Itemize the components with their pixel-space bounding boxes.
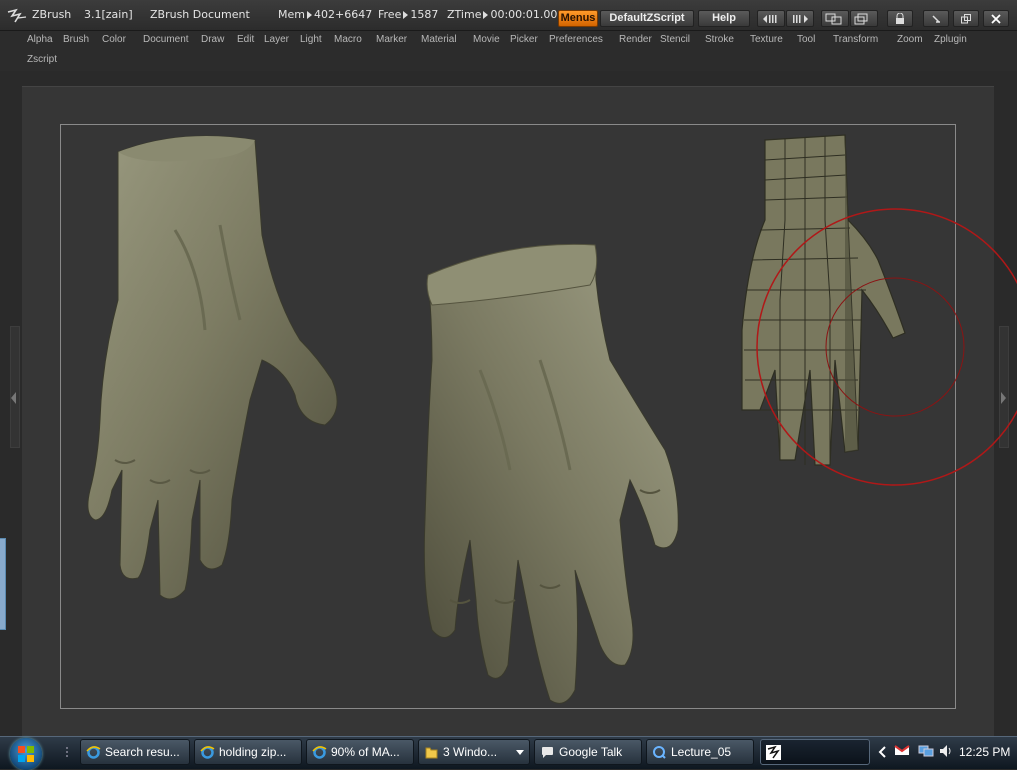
wireframe-hand-mesh — [741, 134, 906, 466]
canvas-render[interactable] — [0, 0, 1017, 768]
taskbar-item-lecture[interactable]: Lecture_05 — [646, 739, 754, 765]
gmail-icon[interactable] — [894, 743, 910, 757]
task-label: Google Talk — [559, 745, 623, 759]
taskbar-item-windows-group[interactable]: 3 Windo... — [418, 739, 530, 765]
ie-icon — [200, 746, 215, 759]
taskbar-item-google-talk[interactable]: Google Talk — [534, 739, 642, 765]
task-label: 3 Windo... — [443, 745, 498, 759]
task-label: 90% of MA... — [331, 745, 400, 759]
folder-icon — [425, 747, 438, 759]
taskbar-item-holding-zip[interactable]: holding zip... — [194, 739, 302, 765]
zbrush-icon — [766, 745, 781, 760]
network-icon[interactable] — [918, 744, 934, 758]
right-tray-arrow-icon — [1001, 392, 1006, 404]
quicktime-icon — [653, 746, 666, 759]
task-label: Lecture_05 — [671, 745, 732, 759]
taskbar-clock[interactable]: 12:25 PM — [959, 745, 1010, 759]
start-button[interactable] — [10, 738, 42, 770]
task-label: Search resu... — [105, 745, 180, 759]
volume-icon[interactable] — [938, 743, 954, 759]
ie-icon — [312, 746, 327, 759]
windows-logo-icon — [18, 746, 34, 762]
chevron-down-icon — [516, 750, 524, 755]
quick-launch-grip-icon[interactable] — [64, 746, 70, 760]
taskbar-item-search-results[interactable]: Search resu... — [80, 739, 190, 765]
chat-icon — [542, 747, 553, 758]
sculpted-hand-left — [87, 135, 338, 600]
taskbar-item-zbrush[interactable] — [760, 739, 870, 765]
chevron-left-icon[interactable] — [877, 746, 887, 758]
taskbar-item-download[interactable]: 90% of MA... — [306, 739, 414, 765]
task-label: holding zip... — [219, 745, 287, 759]
left-tray-arrow-icon — [11, 392, 16, 404]
ie-icon — [86, 746, 101, 759]
sculpted-hand-center — [423, 243, 679, 704]
